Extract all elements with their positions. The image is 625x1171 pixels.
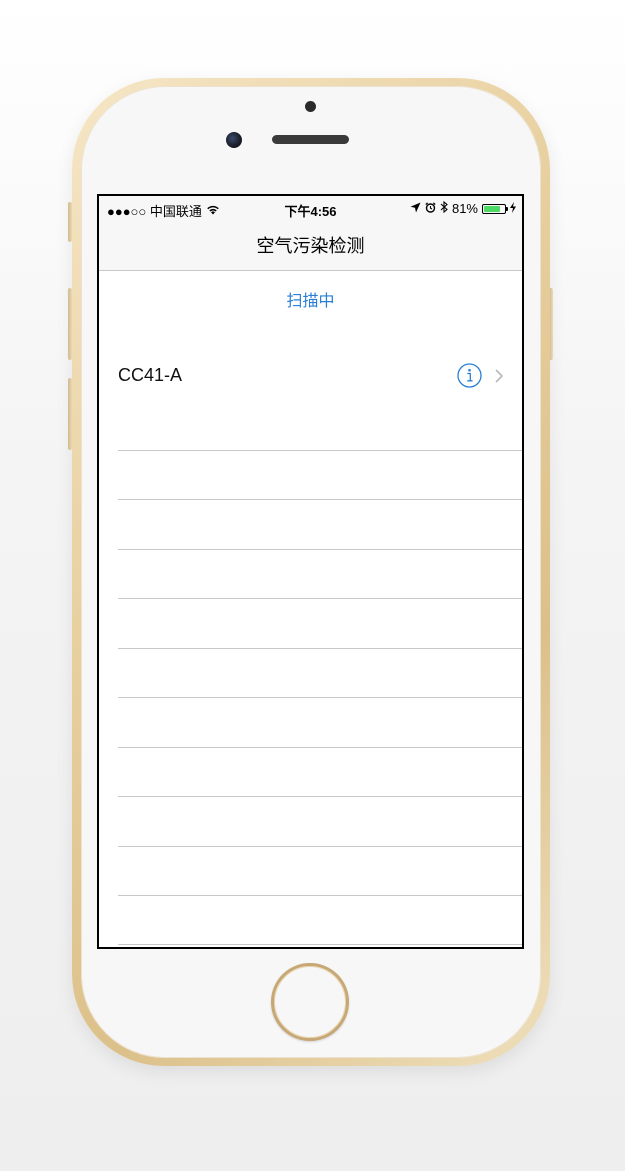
list-separator: [118, 648, 522, 649]
mockup-stage: ●●●○○ 中国联通 下午4:56 81% 空气污染检测 扫描中 CC41-A: [0, 0, 625, 1171]
earpiece-speaker: [272, 135, 349, 144]
list-separator: [118, 549, 522, 550]
battery-percent: 81%: [451, 201, 478, 216]
page-title: 空气污染检测: [256, 236, 365, 256]
list-separator: [118, 697, 522, 698]
battery-icon: [482, 203, 508, 214]
list-separator: [118, 598, 522, 599]
list-separator: [118, 944, 522, 945]
list-separator: [118, 846, 522, 847]
home-button[interactable]: [271, 963, 349, 1041]
list-separator: [118, 796, 522, 797]
front-camera: [226, 132, 242, 148]
status-bar: ●●●○○ 中国联通 下午4:56 81%: [99, 196, 522, 220]
chevron-right-icon[interactable]: [495, 369, 504, 383]
phone-screen: ●●●○○ 中国联通 下午4:56 81% 空气污染检测 扫描中 CC41-A: [97, 194, 524, 949]
device-row[interactable]: CC41-A: [99, 341, 522, 451]
device-name: CC41-A: [118, 365, 183, 385]
alarm-icon: [425, 201, 436, 216]
battery-nub: [506, 206, 508, 211]
status-right: 81%: [410, 200, 516, 216]
battery-level-fill: [484, 205, 500, 212]
bluetooth-icon: [440, 200, 448, 216]
list-separator: [118, 499, 522, 500]
navigation-bar: 空气污染检测: [99, 220, 522, 271]
proximity-sensor: [305, 101, 316, 112]
charging-bolt-icon: [510, 201, 516, 216]
list-separator: [118, 747, 522, 748]
location-arrow-icon: [410, 201, 421, 216]
list-separator: [118, 450, 522, 451]
scan-status-label: 扫描中: [286, 293, 335, 310]
list-separator: [118, 895, 522, 896]
info-icon[interactable]: [457, 363, 482, 388]
